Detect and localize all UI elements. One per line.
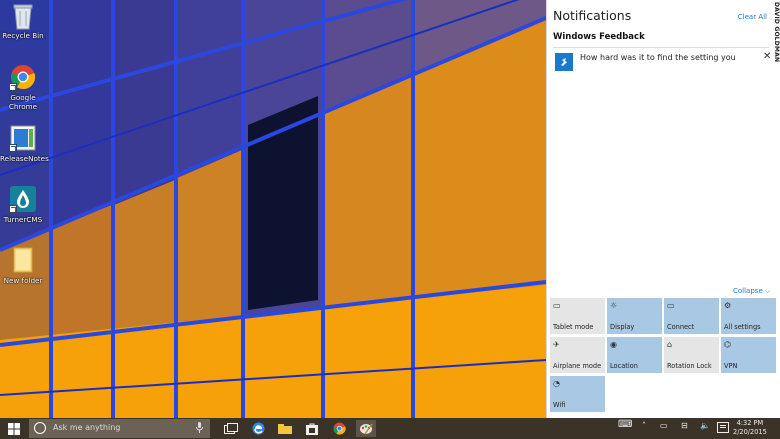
notification-item[interactable]: How hard was it to find the setting you … [553,50,780,78]
quick-action-airplane-mode[interactable]: ✈ Airplane mode [550,337,605,373]
clock-time: 4:32 PM [736,419,764,427]
desktop-icon-releasenotes[interactable]: ReleaseNotes [0,125,49,163]
shortcut-arrow-icon [9,144,17,152]
turnercms-icon [9,186,36,213]
quick-action-label: All settings [724,323,761,331]
building-facade-image [0,0,546,418]
windows-logo-icon [7,422,20,435]
clock-date: 2/20/2015 [733,428,767,436]
quick-action-label: Display [610,323,635,331]
vpn-icon: ⌬ [724,340,731,349]
store-icon[interactable] [302,420,322,437]
chrome-icon [9,64,36,91]
chevron-up-icon[interactable]: ˄ [642,421,646,430]
display-icon: ☼ [610,301,618,310]
connect-icon: ▭ [667,301,675,310]
quick-action-wifi[interactable]: ◔ Wifi [550,376,605,412]
wifi-icon: ◔ [553,379,560,388]
desktop-icon-recycle-bin[interactable]: Recycle Bin [0,2,46,40]
microphone-icon[interactable] [196,422,203,436]
desktop-wallpaper [0,0,546,418]
action-center-button[interactable] [717,422,729,433]
folder-icon [10,247,36,273]
gear-icon: ⚙ [724,301,732,310]
taskbar: Ask me anything ⌨ ˄ ▭ ⊟ 🔈 4:32 PM 2/20/2… [0,418,780,439]
shortcut-arrow-icon [9,205,17,213]
paint-icon[interactable] [356,420,376,437]
quick-action-label: Tablet mode [553,323,594,331]
chrome-icon[interactable] [329,420,349,437]
start-button[interactable] [0,418,27,439]
windows-feedback-icon [555,53,573,71]
quick-action-all-settings[interactable]: ⚙ All settings [721,298,776,334]
divider [553,47,769,48]
desktop-icon-new-folder[interactable]: New folder [0,247,46,285]
quick-action-label: Airplane mode [553,362,602,370]
close-icon[interactable]: ✕ [763,51,771,62]
desktop-icon-label: ReleaseNotes [0,154,49,163]
desktop-icon-google-chrome[interactable]: Google Chrome [0,64,46,111]
notification-text: How hard was it to find the setting you [580,53,736,62]
quick-action-vpn[interactable]: ⌬ VPN [721,337,776,373]
quick-action-rotation-lock[interactable]: ⌂ Rotation Lock [664,337,719,373]
task-view-icon[interactable] [221,420,241,437]
notification-group-title: Windows Feedback [553,32,645,42]
action-center-panel: Notifications Clear All DAVID GOLDMAN Wi… [546,0,780,418]
desktop-icon-label: New folder [3,276,43,285]
shortcut-arrow-icon [9,83,17,91]
quick-action-connect[interactable]: ▭ Connect [664,298,719,334]
tablet-icon: ▭ [553,301,561,310]
quick-action-tablet-mode[interactable]: ▭ Tablet mode [550,298,605,334]
clear-all-link[interactable]: Clear All [738,13,767,21]
quick-action-location[interactable]: ◉ Location [607,337,662,373]
rotation-lock-icon: ⌂ [667,340,673,349]
file-explorer-icon[interactable] [275,420,295,437]
document-icon [9,125,36,152]
network-icon[interactable]: ▭ [660,421,668,430]
location-icon: ◉ [610,340,617,349]
quick-action-label: Connect [667,323,695,331]
cortana-icon [34,422,46,434]
cortana-search-box[interactable]: Ask me anything [29,419,210,438]
quick-action-label: Location [610,362,638,370]
keyboard-icon[interactable]: ⌨ [618,419,632,430]
desktop-icon-turnercms[interactable]: TurnerCMS [0,186,46,224]
collapse-link[interactable]: Collapse ⌵ [733,287,770,296]
quick-action-label: Rotation Lock [667,362,712,370]
edge-icon[interactable] [248,420,268,437]
notifications-title: Notifications [553,8,632,23]
quick-action-label: VPN [724,362,738,370]
volume-icon[interactable]: 🔈 [700,421,710,430]
desktop-icon-label: TurnerCMS [3,215,43,224]
search-placeholder: Ask me anything [53,423,121,432]
recycle-bin-icon [10,2,36,30]
desktop-icon-label: Google Chrome [8,93,38,111]
airplane-icon: ✈ [553,340,560,349]
desktop-icon-label: Recycle Bin [2,31,44,40]
quick-action-display[interactable]: ☼ Display [607,298,662,334]
clock[interactable]: 4:32 PM 2/20/2015 [733,419,767,437]
ethernet-icon[interactable]: ⊟ [681,421,688,430]
quick-action-label: Wifi [553,401,566,409]
